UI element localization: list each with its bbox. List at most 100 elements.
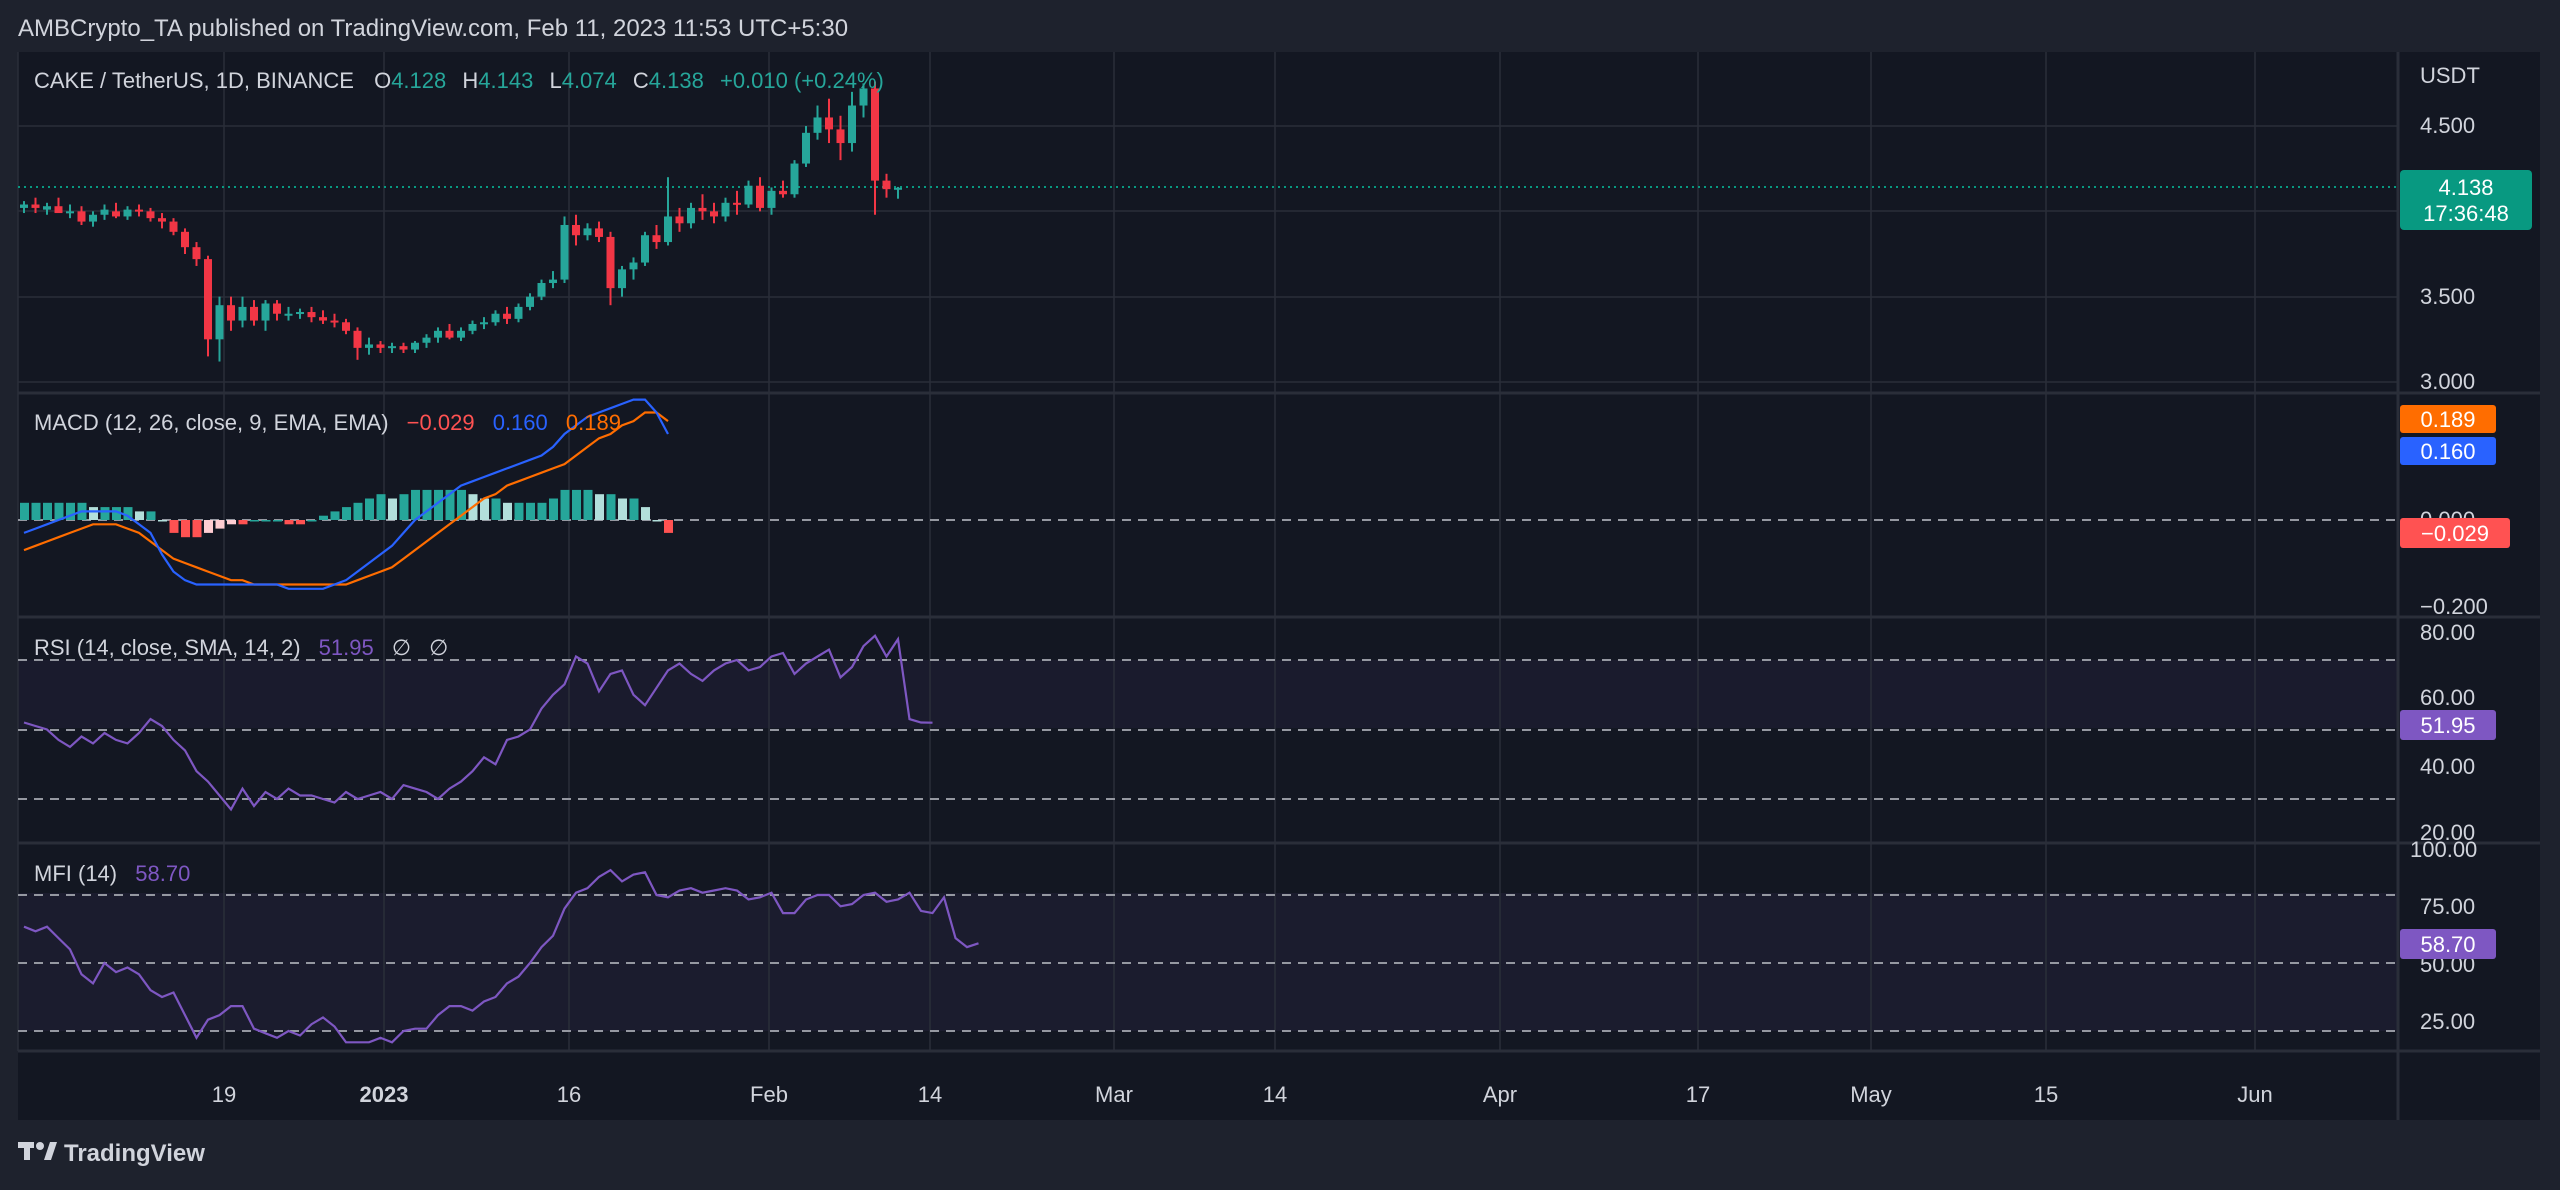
macd-tag: 0.160 <box>2420 439 2475 464</box>
candle-body <box>560 224 569 280</box>
candle-body <box>238 306 247 321</box>
macd-histogram-bar <box>250 520 259 522</box>
candle-body <box>411 342 419 350</box>
candle-body <box>376 344 385 348</box>
candle-body <box>204 259 212 340</box>
candle-body <box>606 236 615 289</box>
mfi-tag: 58.70 <box>2400 929 2496 959</box>
candle-body <box>721 202 730 217</box>
candle-body <box>261 303 270 321</box>
change-value: +0.010 (+0.24%) <box>720 68 884 93</box>
mfi-title[interactable]: MFI (14) <box>34 861 117 886</box>
candle-body <box>227 305 235 321</box>
macd-histogram-bar <box>491 498 501 520</box>
macd-histogram-bar <box>135 511 144 520</box>
rsi-tick: 40.00 <box>2420 754 2475 779</box>
candle-body <box>43 206 51 210</box>
time-tick: 17 <box>1686 1082 1710 1107</box>
chart-canvas[interactable]: AMBCrypto_TA published on TradingView.co… <box>0 0 2560 1185</box>
histogram-tag: −0.029 <box>2421 521 2489 546</box>
open-value: 4.128 <box>391 68 446 93</box>
open-label: O <box>374 68 391 93</box>
candle-body <box>319 317 327 321</box>
candle-body <box>491 313 500 323</box>
time-tick: 15 <box>2034 1082 2058 1107</box>
macd-histogram-bar <box>181 520 190 538</box>
macd-histogram-bar <box>158 520 167 522</box>
macd-histogram-bar <box>606 494 616 520</box>
candle-body <box>836 129 845 144</box>
tradingview-chart[interactable]: AMBCrypto_TA published on TradingView.co… <box>0 0 2560 1185</box>
macd-histogram-bar <box>388 498 397 520</box>
macd-histogram-bar <box>319 515 328 520</box>
time-tick: 14 <box>1263 1082 1287 1107</box>
macd-histogram-bar <box>652 520 662 522</box>
macd-histogram-bar <box>227 520 236 525</box>
symbol-label[interactable]: CAKE / TetherUS, 1D, BINANCE <box>34 68 354 93</box>
rsi-tag-value: 51.95 <box>2420 713 2475 738</box>
mfi-value: 58.70 <box>135 861 190 886</box>
macd-line-value: 0.160 <box>493 410 548 435</box>
candle-body <box>549 279 557 284</box>
candle-body <box>733 202 741 205</box>
macd-histogram-bar <box>503 502 512 520</box>
candle-body <box>825 117 833 130</box>
candle-body <box>514 306 523 319</box>
macd-signal-value: 0.189 <box>566 410 621 435</box>
candle-body <box>537 283 546 297</box>
macd-histogram-bar <box>560 489 570 520</box>
macd-histogram-bar <box>353 502 363 520</box>
candle-body <box>595 228 603 237</box>
bar-countdown: 17:36:48 <box>2423 201 2509 226</box>
candle-body <box>146 211 155 219</box>
macd-histogram-bar <box>31 502 41 520</box>
candle-body <box>89 214 97 222</box>
candle-body <box>422 337 431 343</box>
macd-title[interactable]: MACD (12, 26, close, 9, EMA, EMA) <box>34 410 389 435</box>
time-tick: Apr <box>1483 1082 1517 1107</box>
macd-histogram-bar <box>629 498 639 520</box>
candle-body <box>698 207 707 212</box>
candle-body <box>503 313 511 319</box>
price-tick: 3.500 <box>2420 284 2475 309</box>
macd-histogram-bar <box>422 489 432 520</box>
low-label: L <box>549 68 561 93</box>
macd-histogram-bar <box>583 489 593 520</box>
candle-body <box>353 330 362 348</box>
macd-histogram-bar <box>526 502 535 520</box>
candle-body <box>445 330 454 338</box>
candle-body <box>158 218 166 222</box>
rsi-tag: 51.95 <box>2400 710 2496 740</box>
price-tick: 3.000 <box>2420 369 2475 394</box>
signal-tag: 0.189 <box>2420 407 2475 432</box>
macd-histogram-bar <box>376 494 386 520</box>
candle-body <box>192 247 201 260</box>
macd-histogram-bar <box>204 520 213 533</box>
candle-body <box>434 330 442 338</box>
rsi-title[interactable]: RSI (14, close, SMA, 14, 2) <box>34 635 301 660</box>
macd-histogram-bar <box>54 502 64 520</box>
macd-histogram-bar <box>261 520 271 522</box>
low-value: 4.074 <box>562 68 617 93</box>
candle-body <box>296 312 304 315</box>
candle-body <box>273 303 281 314</box>
candle-body <box>100 209 109 215</box>
candle-body <box>330 320 339 323</box>
candle-body <box>629 262 638 270</box>
mfi-tick: 25.00 <box>2420 1009 2475 1034</box>
candle-body <box>756 185 764 208</box>
candle-body <box>468 323 477 331</box>
rsi-band <box>18 660 2398 728</box>
candle-body <box>652 235 661 243</box>
candle-body <box>31 204 40 208</box>
macd-histogram-bar <box>664 520 673 533</box>
candle-body <box>572 224 580 236</box>
macd-histogram-bar <box>100 507 110 520</box>
mfi-tick: 100.00 <box>2410 837 2477 862</box>
macd-histogram-bar <box>89 507 98 520</box>
mfi-tick: 75.00 <box>2420 894 2475 919</box>
macd-histogram-bar <box>43 502 52 520</box>
time-tick: 2023 <box>360 1082 409 1107</box>
macd-histogram-bar <box>514 502 524 520</box>
candle-body <box>618 269 626 289</box>
